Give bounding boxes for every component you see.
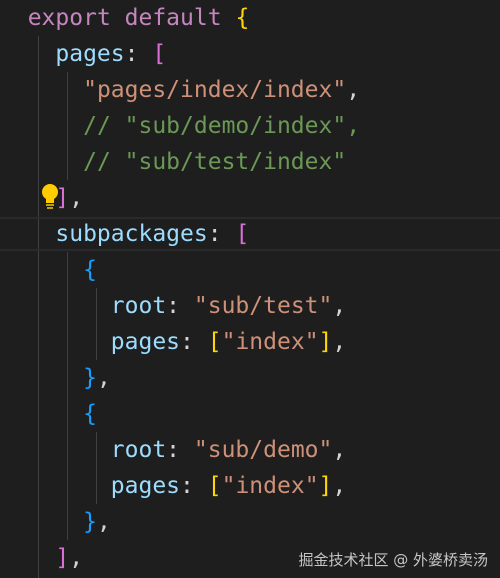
code-line-15[interactable]: }, [0, 504, 500, 540]
comma: , [69, 185, 84, 211]
code-line-6[interactable]: ], [0, 180, 500, 216]
subpackages-key: subpackages [55, 221, 208, 247]
pages-key: pages [110, 329, 181, 355]
colon: : [166, 437, 181, 463]
open-bracket: [ [207, 329, 222, 355]
comma: , [96, 365, 111, 391]
comma: , [332, 293, 347, 319]
colon: : [124, 41, 139, 67]
code-line-11[interactable]: }, [0, 360, 500, 396]
comment: // "sub/test/index" [83, 149, 347, 175]
colon: : [180, 329, 194, 355]
comma: , [332, 473, 347, 499]
colon: : [180, 473, 194, 499]
code-line-14[interactable]: pages: ["index"], [0, 468, 500, 504]
open-brace: { [83, 257, 97, 283]
code-line-4[interactable]: // "sub/demo/index", [0, 108, 500, 144]
colon: : [207, 221, 222, 247]
string-value: "pages/index/index" [83, 77, 347, 103]
code-line-10[interactable]: pages: ["index"], [0, 324, 500, 360]
string-value: "index" [221, 473, 319, 499]
code-line-12[interactable]: { [0, 396, 500, 432]
close-brace: } [83, 509, 97, 535]
string-value: "sub/test" [193, 293, 333, 319]
close-bracket: ] [55, 545, 70, 571]
code-line-3[interactable]: "pages/index/index", [0, 72, 500, 108]
string-value: "sub/demo" [193, 437, 333, 463]
comma: , [346, 77, 361, 103]
open-bracket: [ [207, 473, 222, 499]
open-bracket: [ [152, 41, 167, 67]
code-line-9[interactable]: root: "sub/test", [0, 288, 500, 324]
colon: : [166, 293, 181, 319]
pages-key: pages [110, 473, 181, 499]
open-bracket: [ [235, 221, 250, 247]
comma: , [69, 545, 84, 571]
comment: // "sub/demo/index", [83, 113, 361, 139]
close-bracket: ] [318, 329, 333, 355]
lightbulb-icon[interactable] [40, 183, 60, 209]
code-editor[interactable]: export default { pages: [ "pages/index/i… [0, 0, 500, 578]
open-brace: { [235, 5, 250, 31]
close-bracket: ] [318, 473, 333, 499]
code-line-8[interactable]: { [0, 252, 500, 288]
string-value: "index" [221, 329, 319, 355]
watermark: 掘金技术社区 @ 外婆桥卖汤 [298, 551, 488, 569]
pages-key: pages [55, 41, 125, 67]
code-line-2[interactable]: pages: [ [0, 36, 500, 72]
export-default-keyword: export default [27, 5, 222, 31]
comma: , [332, 329, 347, 355]
close-brace: } [83, 365, 97, 391]
root-key: root [110, 437, 167, 463]
code-line-7[interactable]: subpackages: [ [0, 216, 500, 252]
root-key: root [110, 293, 167, 319]
comma: , [96, 509, 111, 535]
open-brace: { [83, 401, 97, 427]
code-line-13[interactable]: root: "sub/demo", [0, 432, 500, 468]
code-line-1[interactable]: export default { [0, 0, 500, 36]
code-line-5[interactable]: // "sub/test/index" [0, 144, 500, 180]
comma: , [332, 437, 347, 463]
